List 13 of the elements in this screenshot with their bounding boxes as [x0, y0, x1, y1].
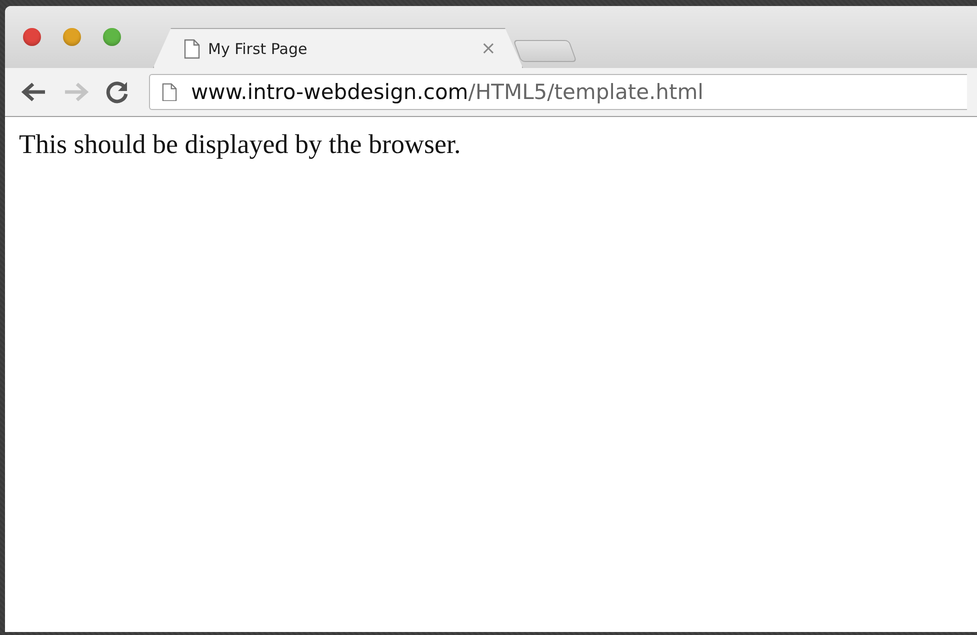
page-text: This should be displayed by the browser. — [19, 129, 462, 160]
window-button[interactable] — [23, 28, 41, 46]
address-field[interactable]: www.intro-webdesign.com/HTML5/template.html — [149, 74, 967, 110]
window-button[interactable] — [103, 28, 121, 46]
window-button[interactable] — [63, 28, 81, 46]
new-tab-button[interactable] — [513, 40, 577, 62]
reload-button[interactable] — [105, 80, 129, 104]
page-icon — [162, 82, 177, 102]
browser-tab[interactable]: My First Page × — [153, 28, 523, 68]
back-button[interactable] — [21, 82, 47, 102]
page-icon — [184, 38, 200, 58]
tab-title: My First Page — [208, 40, 308, 58]
url-text: www.intro-webdesign.com/HTML5/template.html — [191, 80, 704, 104]
